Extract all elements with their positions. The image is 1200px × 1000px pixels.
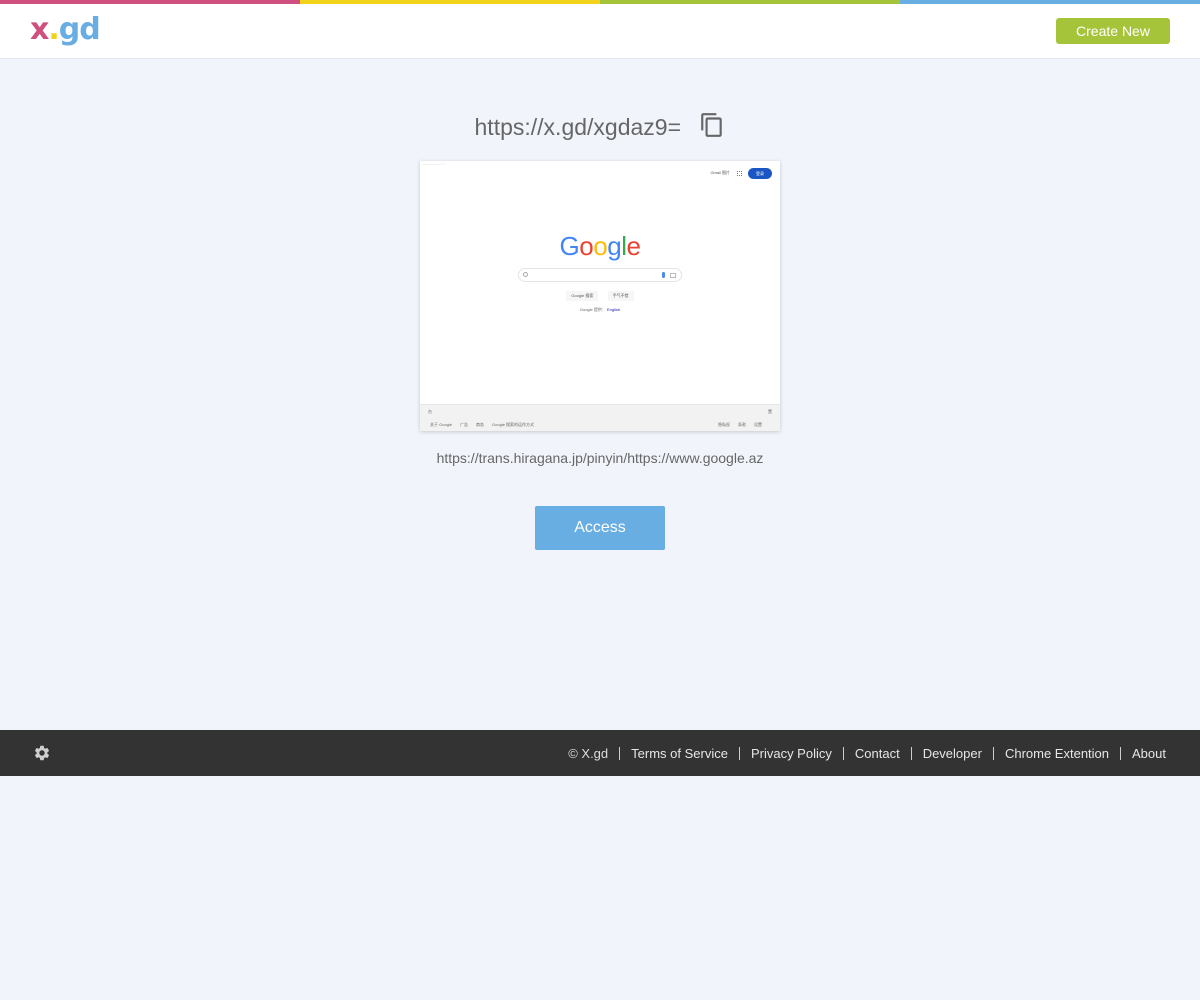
footer-link-chrome-extension[interactable]: Chrome Extention (1005, 746, 1109, 761)
header: x.gd Create New (0, 4, 1200, 59)
footer-links: © X.gd Terms of Service Privacy Policy C… (568, 730, 1166, 776)
footer-divider (910, 746, 912, 760)
preview-lang-link: English (607, 307, 621, 312)
logo-x: x (30, 12, 49, 47)
footer-link-contact[interactable]: Contact (855, 746, 900, 761)
footer-divider (738, 746, 740, 760)
logo[interactable]: x.gd (30, 12, 101, 48)
footer-divider (842, 746, 844, 760)
preview-search-box (518, 268, 682, 282)
camera-icon (670, 273, 676, 278)
footer-link-terms[interactable]: Terms of Service (631, 746, 728, 761)
preview-footer-right-links: 隐私权 条款 设置 (718, 422, 762, 427)
preview-footer: 台 置 关于 Google 广告 商务 Google 搜索的运作方式 隐私权 条款 设置 (420, 404, 780, 431)
short-url[interactable]: https://x.gd/xgdaz9= (475, 114, 682, 140)
footer-divider (992, 746, 994, 760)
preview-buttons: Google 搜索 手气不错 (420, 291, 780, 301)
microphone-icon (662, 272, 665, 278)
preview-footer-location: 台 (428, 409, 432, 414)
logo-dot: . (48, 12, 59, 47)
footer-link-privacy[interactable]: Privacy Policy (751, 746, 832, 761)
preview-footer-location-right: 置 (768, 409, 772, 414)
destination-url: https://trans.hiragana.jp/pinyin/https:/… (436, 450, 764, 466)
apps-grid-icon (737, 171, 742, 176)
access-button[interactable]: Access (535, 506, 665, 550)
google-logo: Google (559, 231, 641, 261)
footer-link-about[interactable]: About (1132, 746, 1166, 761)
footer-divider (619, 746, 621, 760)
search-icon (523, 272, 528, 277)
footer: © X.gd Terms of Service Privacy Policy C… (0, 730, 1200, 776)
preview-signin-button: 登录 (748, 168, 772, 179)
logo-gd: gd (58, 12, 101, 47)
footer-divider (1120, 746, 1122, 760)
preview-footer-left-links: 关于 Google 广告 商务 Google 搜索的运作方式 (430, 422, 535, 427)
destination-preview-thumbnail[interactable]: ............................ Gmail 图片 登录… (420, 161, 780, 431)
preview-topline: ............................ (422, 162, 446, 166)
preview-language-line: Google 提供： English (420, 307, 780, 313)
create-new-button[interactable]: Create New (1056, 18, 1170, 44)
preview-search-button: Google 搜索 (566, 291, 599, 301)
footer-link-developer[interactable]: Developer (923, 746, 982, 761)
gear-icon[interactable] (33, 744, 51, 762)
footer-copyright: © X.gd (568, 745, 609, 761)
preview-top-links: Gmail 图片 (710, 170, 730, 175)
copy-icon[interactable] (699, 112, 725, 138)
short-url-row: https://x.gd/xgdaz9= (0, 112, 1200, 141)
preview-lang-prefix: Google 提供： (579, 307, 606, 312)
preview-lucky-button: 手气不错 (607, 291, 634, 301)
